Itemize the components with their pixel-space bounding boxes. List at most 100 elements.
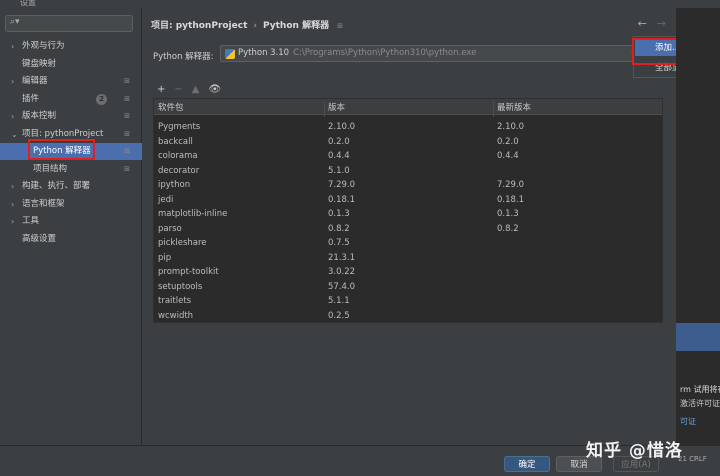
table-row[interactable]: backcall 0.2.0 0.2.0 [154,135,662,150]
table-row[interactable]: pip 21.3.1 [154,251,662,266]
chevron-down-icon[interactable]: ⌄ [11,126,18,143]
status-bar-text: 21 CRLF [678,455,707,463]
table-row[interactable]: ipython 7.29.0 7.29.0 [154,178,662,193]
interpreter-label: Python 解释器: [153,52,214,62]
settings-sidebar: ⌕▾ › 外观与行为 键盘映射 › 编辑器 ⊞ 插件 2 ⊞ › 版本控制 ⊞ ⌄ 项目: pythonP… [0,8,142,445]
column-header-latest[interactable]: 最新版本 [497,101,531,113]
breadcrumb-separator: › [253,21,257,31]
table-row[interactable]: wcwidth 0.2.5 [154,309,662,324]
breadcrumb: 项目: pythonProject › Python 解释器 ⊞ [151,18,343,31]
sidebar-item-project-structure[interactable]: 项目结构 ⊞ [0,161,142,178]
package-toolbar: + − ▲ 👁 [157,84,230,95]
sidebar-item-label: 版本控制 [22,111,57,121]
version-cell: 0.1.3 [328,209,350,219]
sidebar-item-appearance[interactable]: › 外观与行为 [0,38,142,55]
chevron-right-icon[interactable]: › [11,213,14,230]
search-icon: ⌕▾ [10,17,20,27]
column-header-version[interactable]: 版本 [328,101,345,113]
version-cell: 0.2.5 [328,310,350,321]
chevron-right-icon[interactable]: › [11,38,14,55]
sidebar-item-label: 构建、执行、部署 [22,181,91,191]
upgrade-package-icon[interactable]: ▲ [192,84,200,95]
main-panel: 项目: pythonProject › Python 解释器 ⊞ ← → Python … [143,8,676,445]
window-titlebar: 设置 [0,0,720,8]
version-cell: 21.3.1 [328,252,356,263]
back-arrow-icon[interactable]: ← [638,17,647,30]
table-row[interactable]: decorator 5.1.0 [154,164,662,179]
package-name-cell: prompt-toolkit [158,267,219,277]
table-row[interactable]: Pygments 2.10.0 2.10.0 [154,120,662,135]
project-scope-icon: ⊞ [124,147,130,155]
sidebar-item-tools[interactable]: › 工具 [0,213,142,230]
package-name-cell: pickleshare [158,238,207,248]
column-divider[interactable] [324,101,325,117]
package-name-cell: setuptools [158,281,203,292]
version-cell: 5.1.0 [328,165,350,176]
project-scope-icon: ⊞ [124,112,130,120]
window-title: 设置 [20,0,36,7]
python-icon [225,49,235,59]
version-cell: 7.29.0 [328,180,356,190]
package-name-cell: traitlets [158,296,192,306]
ok-button[interactable]: 确定 [504,456,550,472]
sidebar-item-languages[interactable]: › 语言和框架 [0,196,142,213]
table-row[interactable]: jedi 0.18.1 0.18.1 [154,193,662,208]
chevron-right-icon[interactable]: › [11,178,14,195]
interpreter-name: Python 3.10 [238,48,290,58]
latest-version-cell: 0.4.4 [497,151,519,161]
sidebar-item-label: 语言和框架 [22,198,65,209]
column-header-package[interactable]: 软件包 [158,101,184,113]
table-row[interactable]: pickleshare 0.7.5 [154,236,662,251]
sidebar-item-advanced[interactable]: 高级设置 [0,231,142,248]
sidebar-item-label: 外观与行为 [22,41,65,51]
latest-version-cell: 0.18.1 [497,194,525,205]
chevron-right-icon[interactable]: › [11,108,14,125]
settings-search-input[interactable]: ⌕▾ [5,15,133,32]
project-scope-icon: ⊞ [124,94,130,103]
background-highlight [676,323,720,351]
table-row[interactable]: traitlets 5.1.1 [154,294,662,309]
breadcrumb-project[interactable]: 项目: pythonProject [151,21,247,31]
package-name-cell: parso [158,223,182,234]
sidebar-item-keymap[interactable]: 键盘映射 [0,56,142,73]
version-cell: 3.0.22 [328,267,356,277]
latest-version-cell: 0.2.0 [497,136,519,147]
version-cell: 0.2.0 [328,136,350,147]
table-row[interactable]: colorama 0.4.4 0.4.4 [154,149,662,164]
history-nav: ← → [628,17,666,30]
project-scope-icon: ⊞ [337,22,343,30]
sidebar-item-editor[interactable]: › 编辑器 ⊞ [0,73,142,90]
table-row[interactable]: matplotlib-inline 0.1.3 0.1.3 [154,207,662,222]
packages-table: 软件包 版本 最新版本 Pygments 2.10.0 2.10.0 backcall… [153,98,663,323]
highlight-box-interpreter [28,139,95,160]
package-name-cell: Pygments [158,122,201,132]
package-name-cell: colorama [158,151,198,161]
sidebar-item-label: 高级设置 [22,233,57,244]
table-row[interactable]: prompt-toolkit 3.0.22 [154,265,662,280]
sidebar-item-label: 键盘映射 [22,58,57,69]
package-name-cell: jedi [158,194,174,205]
sidebar-item-plugins[interactable]: 插件 2 ⊞ [0,91,142,108]
column-divider[interactable] [493,101,494,117]
sidebar-item-vcs[interactable]: › 版本控制 ⊞ [0,108,142,125]
chevron-right-icon[interactable]: › [11,73,14,90]
forward-arrow-icon[interactable]: → [657,17,666,30]
sidebar-item-label: 编辑器 [22,76,48,86]
background-ide-strip: rm 试用将在 激活许可证。 可证 [676,8,720,445]
version-cell: 0.8.2 [328,223,350,234]
page-title: Python 解释器 [263,21,330,31]
sidebar-item-build[interactable]: › 构建、执行、部署 [0,178,142,195]
version-cell: 2.10.0 [328,122,356,132]
package-name-cell: decorator [158,165,200,176]
license-link[interactable]: 可证 [680,416,696,427]
remove-package-icon[interactable]: − [174,84,182,95]
add-package-icon[interactable]: + [157,84,165,95]
project-scope-icon: ⊞ [124,77,130,85]
watermark: 知乎 @惜洛 [586,441,683,461]
chevron-right-icon[interactable]: › [11,196,14,213]
table-row[interactable]: setuptools 57.4.0 [154,280,662,295]
interpreter-select[interactable]: Python 3.10 C:\Programs\Python\Python310\… [220,45,640,62]
table-row[interactable]: parso 0.8.2 0.8.2 [154,222,662,237]
show-early-releases-icon[interactable]: 👁 [208,84,221,95]
project-scope-icon: ⊞ [124,129,130,138]
